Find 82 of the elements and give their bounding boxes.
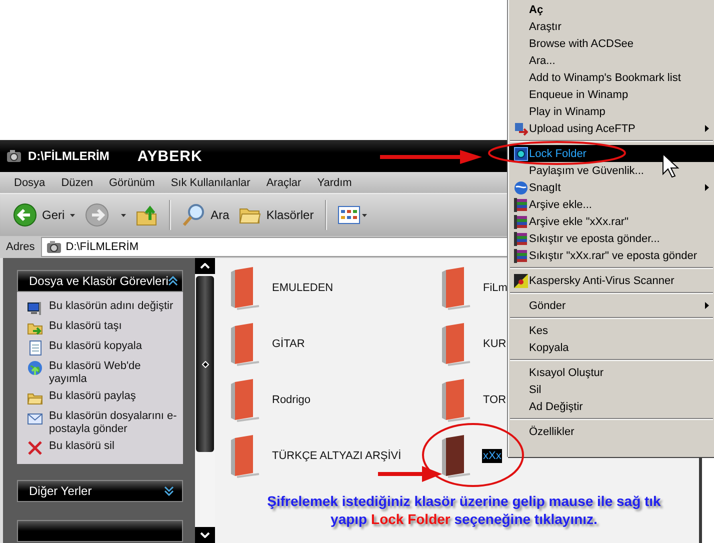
views-icon xyxy=(338,206,360,224)
menu-item[interactable]: Aç xyxy=(509,1,714,18)
panel-header[interactable]: Dosya ve Klasör Görevleri xyxy=(17,270,183,292)
archive-icon xyxy=(514,232,528,246)
menu-item[interactable]: Gönder xyxy=(509,297,714,314)
folder-up-icon xyxy=(136,204,158,226)
task-link[interactable]: Bu klasörü paylaş xyxy=(49,390,136,403)
back-button[interactable]: Geri xyxy=(10,201,78,229)
menu-item[interactable]: Sık Kullanılanlar xyxy=(166,176,256,188)
menu-item[interactable]: Enqueue in Winamp xyxy=(509,86,714,103)
task-link[interactable]: Bu klasörü sil xyxy=(49,440,114,453)
folder-name[interactable]: FiLm xyxy=(482,281,508,295)
menu-item[interactable]: Görünüm xyxy=(104,176,160,188)
menu-item[interactable]: Arşive ekle... xyxy=(509,196,714,213)
submenu-arrow-icon xyxy=(705,125,709,132)
scroll-up-icon[interactable] xyxy=(200,263,210,269)
menu-item[interactable]: Sil xyxy=(509,381,714,398)
camera-icon xyxy=(6,149,22,163)
instruction-caption: Şifrelemek istediğiniz klasör üzerine gelip mause ile sağ tık yapıp Lock Folder seçeneğine tıklayınız. xyxy=(266,492,662,528)
scroll-thumb[interactable] xyxy=(196,276,214,452)
folder-name[interactable]: KUR xyxy=(482,337,508,351)
document-icon xyxy=(27,340,43,356)
menu-item[interactable]: Araştır xyxy=(509,18,714,35)
grip-icon xyxy=(202,360,208,368)
folder-name[interactable]: TÜRKÇE ALTYAZI ARŞİVİ xyxy=(271,449,402,463)
transfer-icon xyxy=(514,122,528,136)
book-folder-icon[interactable] xyxy=(440,434,472,478)
task-link[interactable]: Bu klasörün adını değiştir xyxy=(49,300,174,313)
task-link[interactable]: Bu klasörü taşı xyxy=(49,320,122,333)
menu-item[interactable]: Paylaşım ve Güvenlik... xyxy=(509,162,714,179)
menu-item[interactable]: Browse with ACDSee xyxy=(509,35,714,52)
caret-icon xyxy=(120,214,126,216)
folders-button[interactable]: Klasörler xyxy=(236,204,317,226)
mouse-cursor-icon xyxy=(662,152,680,178)
menu-item[interactable]: Ad Değiştir xyxy=(509,398,714,415)
scrollbar[interactable] xyxy=(195,258,215,543)
folder-icon xyxy=(239,206,262,224)
panel-header[interactable]: Diğer Yerler xyxy=(17,480,183,502)
archive-icon xyxy=(514,198,528,212)
archive-icon xyxy=(514,248,528,262)
camera-icon xyxy=(46,240,62,254)
menu-item[interactable]: Özellikler xyxy=(509,423,714,440)
submenu-arrow-icon xyxy=(705,184,709,191)
search-icon xyxy=(182,203,206,227)
folder-name[interactable]: TOR xyxy=(482,393,508,407)
pointer-arrow xyxy=(378,466,442,482)
menu-item[interactable]: Araçlar xyxy=(261,176,306,188)
menu-item[interactable]: Add to Winamp's Bookmark list xyxy=(509,69,714,86)
menu-item[interactable]: Kopyala xyxy=(509,339,714,356)
caret-icon xyxy=(362,214,367,216)
window-title: D:\FİLMLERİM xyxy=(28,149,110,163)
menu-item[interactable]: Yardım xyxy=(312,176,357,188)
delete-icon xyxy=(27,440,43,456)
submenu-arrow-icon xyxy=(705,302,709,309)
folder-name[interactable]: xXx xyxy=(482,449,502,463)
collapse-icon[interactable] xyxy=(168,276,178,286)
menu-item[interactable]: Dosya xyxy=(9,176,50,188)
folder-name[interactable]: EMULEDEN xyxy=(271,281,334,295)
folder-name[interactable]: Rodrigo xyxy=(271,393,312,407)
user-name: AYBERK xyxy=(137,148,202,164)
archive-icon xyxy=(514,214,528,228)
menu-item[interactable]: Arşive ekle "xXx.rar" xyxy=(509,213,714,230)
menu-item[interactable]: SnagIt xyxy=(509,179,714,196)
monitor-icon xyxy=(27,300,43,316)
folder-name[interactable]: GİTAR xyxy=(271,337,306,351)
task-link[interactable]: Bu klasörün dosyalarını e-postayla gönder xyxy=(49,410,177,436)
menu-item[interactable]: Play in Winamp xyxy=(509,103,714,120)
menu-item[interactable]: Düzen xyxy=(56,176,98,188)
menu-item[interactable]: Kısayol Oluştur xyxy=(509,364,714,381)
expand-icon[interactable] xyxy=(164,486,174,496)
address-label: Adres xyxy=(5,241,36,253)
scroll-down-icon[interactable] xyxy=(200,532,210,538)
scanner-icon xyxy=(514,274,528,288)
menu-item[interactable]: Kes xyxy=(509,322,714,339)
task-link[interactable]: Bu klasörü kopyala xyxy=(49,340,142,353)
caret-icon xyxy=(70,214,75,216)
menu-item[interactable]: Lock Folder xyxy=(509,145,714,162)
menu-item[interactable]: Kaspersky Anti-Virus Scanner xyxy=(509,272,714,289)
menu-item[interactable]: Ara... xyxy=(509,52,714,69)
search-button[interactable]: Ara xyxy=(178,201,232,229)
task-link[interactable]: Bu klasörü Web'de yayımla xyxy=(49,360,177,386)
menu-item[interactable]: Upload using AceFTP xyxy=(509,120,714,137)
